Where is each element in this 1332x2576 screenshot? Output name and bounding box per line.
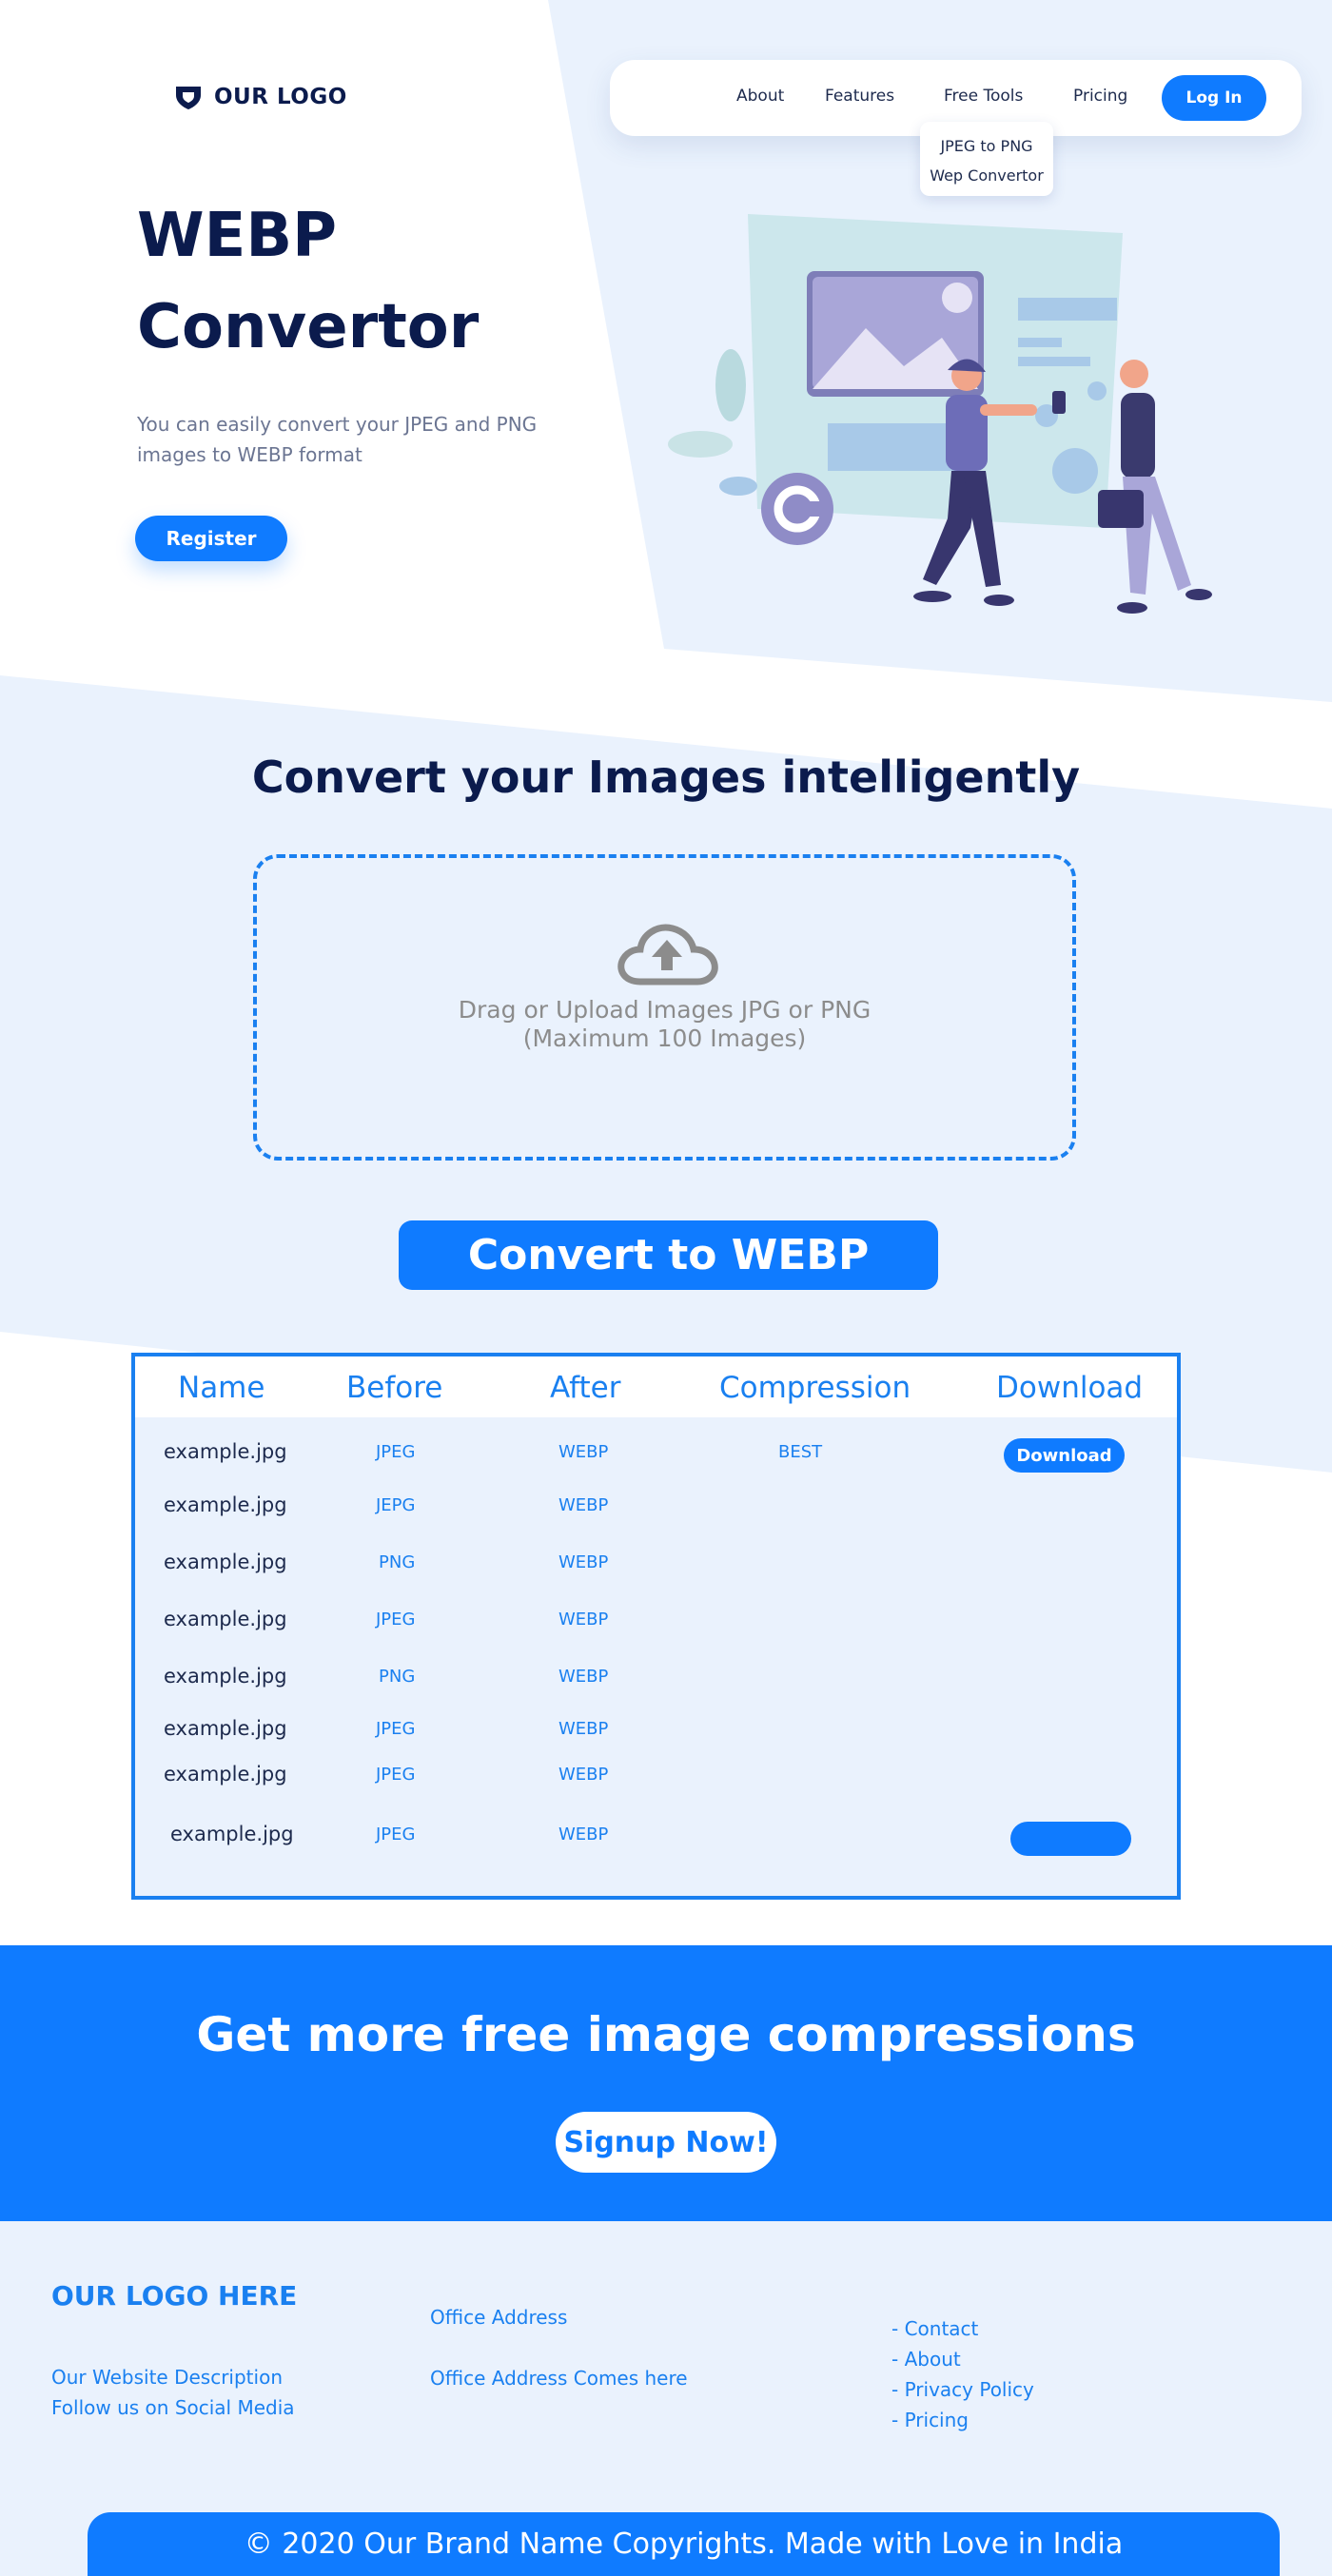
hero-description: You can easily convert your JPEG and PNG… <box>137 413 538 466</box>
upload-dropzone[interactable]: Drag or Upload Images JPG or PNG (Maximu… <box>253 854 1076 1161</box>
download-button[interactable]: Download <box>1004 1438 1125 1473</box>
upload-instructions: Drag or Upload Images JPG or PNG <box>458 996 872 1024</box>
format-before: PNG <box>379 1552 416 1572</box>
nav-free-tools-link[interactable]: Free Tools <box>944 87 1023 106</box>
copyright-bar: © 2020 Our Brand Name Copyrights. Made w… <box>88 2512 1280 2576</box>
table-row: example.jpg JEPG WEBP <box>135 1488 1177 1526</box>
shield-logo-icon <box>176 87 201 109</box>
nav-features-link[interactable]: Features <box>825 87 894 106</box>
file-name: example.jpg <box>164 1717 287 1740</box>
column-header-compression: Compression <box>719 1371 911 1405</box>
footer-social-link[interactable]: Follow us on Social Media <box>51 2396 295 2419</box>
table-row: example.jpg JPEG WEBP <box>135 1602 1177 1640</box>
table-row: example.jpg JPEG WEBP <box>135 1711 1177 1749</box>
file-name: example.jpg <box>164 1665 287 1688</box>
format-after: WEBP <box>558 1667 609 1687</box>
nav-about-link[interactable]: About <box>736 87 784 106</box>
file-name: example.jpg <box>164 1440 287 1463</box>
footer-description: Our Website Description <box>51 2366 283 2389</box>
hero-title-line2: Convertor <box>137 292 480 362</box>
nav-pricing-link[interactable]: Pricing <box>1073 87 1127 106</box>
cta-title: Get more free image compressions <box>196 2007 1136 2062</box>
register-button[interactable]: Register <box>135 516 287 561</box>
column-header-before: Before <box>346 1371 443 1405</box>
login-button[interactable]: Log In <box>1162 75 1266 121</box>
convert-to-webp-button[interactable]: Convert to WEBP <box>399 1220 938 1290</box>
hero-title: WEBP Convertor <box>137 190 479 373</box>
format-before: JPEG <box>376 1610 416 1630</box>
dropdown-item-webp-convertor[interactable]: Wep Convertor <box>920 161 1053 190</box>
format-before: JPEG <box>376 1719 416 1739</box>
brand-logo[interactable]: OUR LOGO <box>174 84 347 110</box>
format-after: WEBP <box>558 1552 609 1572</box>
footer-link-privacy[interactable]: - Privacy Policy <box>891 2378 1034 2401</box>
file-name: example.jpg <box>164 1608 287 1630</box>
file-name: example.jpg <box>164 1493 287 1516</box>
signup-button[interactable]: Signup Now! <box>556 2112 776 2173</box>
format-before: PNG <box>379 1667 416 1687</box>
file-name: example.jpg <box>170 1823 294 1845</box>
conversion-table: Name Before After Compression Download e… <box>131 1353 1181 1900</box>
column-header-after: After <box>550 1371 621 1405</box>
compression-level: BEST <box>778 1442 823 1462</box>
format-after: WEBP <box>558 1610 609 1630</box>
format-after: WEBP <box>558 1719 609 1739</box>
cta-banner: Get more free image compressions Signup … <box>0 1945 1332 2221</box>
table-row: example.jpg JPEG WEBP <box>135 1757 1177 1795</box>
footer-link-about[interactable]: - About <box>891 2348 961 2371</box>
footer: OUR LOGO HERE Our Website Description Fo… <box>0 2221 1332 2576</box>
table-row: example.jpg JPEG WEBP <box>135 1817 1177 1856</box>
format-before: JPEG <box>376 1442 416 1462</box>
format-after: WEBP <box>558 1765 609 1785</box>
footer-link-pricing[interactable]: - Pricing <box>891 2409 969 2431</box>
format-after: WEBP <box>558 1442 609 1462</box>
table-row: example.jpg JPEG WEBP BEST Download <box>135 1434 1177 1473</box>
format-after: WEBP <box>558 1825 609 1844</box>
file-name: example.jpg <box>164 1763 287 1786</box>
format-before: JEPG <box>376 1495 416 1515</box>
logo-text: OUR LOGO <box>214 85 347 109</box>
table-row: example.jpg PNG WEBP <box>135 1659 1177 1697</box>
table-row: example.jpg PNG WEBP <box>135 1545 1177 1583</box>
footer-logo: OUR LOGO HERE <box>51 2280 298 2312</box>
column-header-download: Download <box>996 1371 1144 1405</box>
format-after: WEBP <box>558 1495 609 1515</box>
hero-title-line1: WEBP <box>137 201 337 271</box>
format-before: JPEG <box>376 1765 416 1785</box>
hero-illustration <box>668 214 1212 614</box>
upload-limit: (Maximum 100 Images) <box>522 1025 807 1052</box>
footer-office-address: Office Address Comes here <box>430 2367 688 2390</box>
table-header: Name Before After Compression Download <box>135 1356 1177 1417</box>
footer-link-contact[interactable]: - Contact <box>891 2317 978 2340</box>
column-header-name: Name <box>178 1371 265 1405</box>
dropdown-item-jpeg-to-png[interactable]: JPEG to PNG <box>920 131 1053 161</box>
converter-title: Convert your Images intelligently <box>251 751 1081 803</box>
download-button[interactable] <box>1010 1822 1131 1856</box>
free-tools-dropdown: JPEG to PNG Wep Convertor <box>920 122 1053 196</box>
file-name: example.jpg <box>164 1551 287 1573</box>
copyright-text: © 2020 Our Brand Name Copyrights. Made w… <box>244 2527 1124 2561</box>
cloud-upload-icon <box>617 924 718 986</box>
footer-office-title: Office Address <box>430 2306 568 2329</box>
format-before: JPEG <box>376 1825 416 1844</box>
